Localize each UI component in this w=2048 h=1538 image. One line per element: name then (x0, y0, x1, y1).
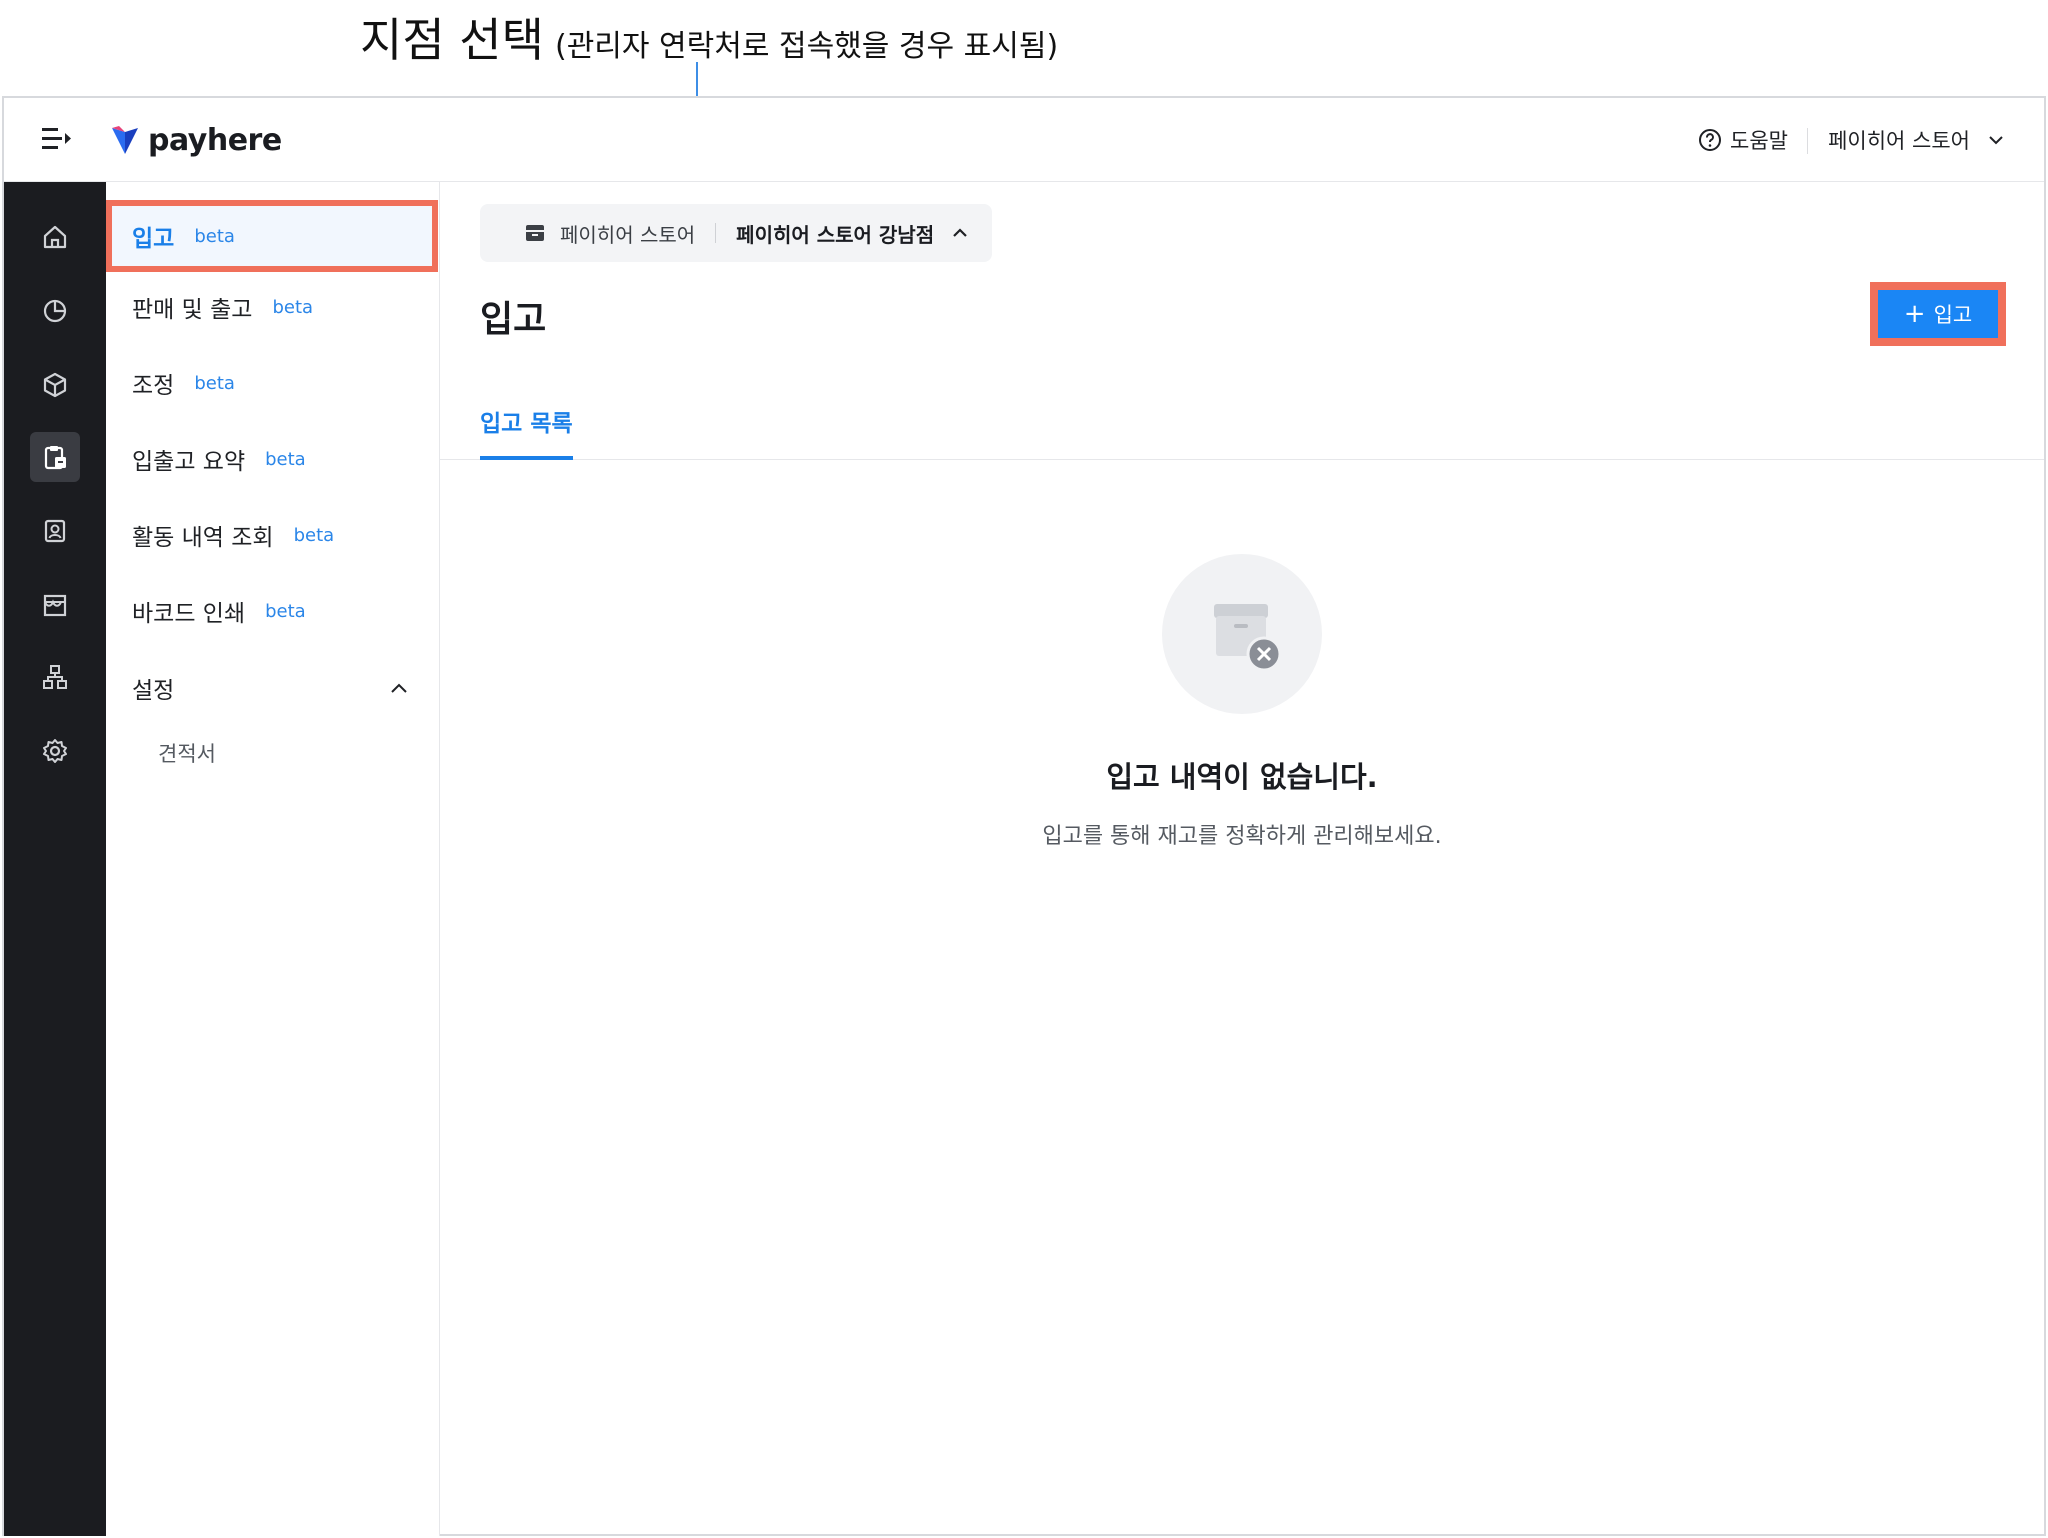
chevron-down-icon (1989, 136, 2003, 145)
subnav-item-label: 입고 (132, 226, 175, 252)
subnav-item-label: 바코드 인쇄 (132, 601, 246, 627)
add-inbound-button[interactable]: + 입고 (1878, 290, 1998, 338)
page-title: 입고 (480, 299, 547, 340)
empty-state: 입고 내역이 없습니다. 입고를 통해 재고를 정확하게 관리해보세요. (440, 554, 2044, 850)
tab-inbound-list[interactable]: 입고 목록 (480, 404, 573, 460)
subnav-item-summary[interactable]: 입출고 요약 beta (106, 424, 438, 494)
org-tree-icon[interactable] (30, 652, 80, 702)
contact-card-icon[interactable] (30, 506, 80, 556)
chevron-up-icon (953, 228, 967, 237)
question-circle-icon (1699, 129, 1722, 151)
account-dropdown[interactable]: 페이히어 스토어 (1828, 122, 2004, 158)
app-window: payhere 도움말 페이히어 스토어 입고 beta 판매 및 출고 bet… (2, 96, 2046, 1536)
subnav-item-label: 입출고 요약 (132, 449, 246, 475)
beta-badge: beta (194, 372, 235, 394)
account-label: 페이히어 스토어 (1828, 129, 1970, 153)
inventory-subnav: 입고 beta 판매 및 출고 beta 조정 beta 입출고 요약 beta… (106, 182, 440, 1536)
store-name: 페이히어 스토어 (560, 222, 696, 247)
top-bar: payhere 도움말 페이히어 스토어 (4, 98, 2044, 182)
empty-box-icon (1214, 604, 1282, 672)
box-icon[interactable] (30, 360, 80, 410)
empty-description: 입고를 통해 재고를 정확하게 관리해보세요. (1042, 824, 1442, 849)
store-icon (526, 225, 544, 241)
plus-icon: + (1903, 299, 1926, 329)
branch-selector[interactable]: 페이히어 스토어 페이히어 스토어 강남점 (480, 204, 993, 262)
icon-rail (4, 182, 106, 1536)
logo[interactable]: payhere (110, 120, 282, 160)
annotation-title: 지점 선택 (관리자 연락처로 접속했을 경우 표시됨) (360, 4, 1058, 70)
beta-badge: beta (265, 448, 306, 470)
subnav-item-barcode-print[interactable]: 바코드 인쇄 beta (106, 576, 438, 646)
subnav-sub-label: 견적서 (158, 742, 216, 766)
subnav-item-label: 조정 (132, 373, 175, 399)
subnav-item-label: 활동 내역 조회 (132, 525, 274, 551)
empty-title: 입고 내역이 없습니다. (1106, 760, 1378, 794)
beta-badge: beta (265, 600, 306, 622)
storefront-icon[interactable] (30, 580, 80, 630)
clipboard-icon[interactable] (30, 432, 80, 482)
tab-bar: 입고 목록 (440, 390, 2044, 460)
beta-badge: beta (272, 296, 314, 318)
annotation-main-text: 지점 선택 (360, 13, 544, 67)
subnav-item-activity-history[interactable]: 활동 내역 조회 beta (106, 500, 438, 570)
gear-icon[interactable] (30, 726, 80, 776)
beta-badge: beta (194, 225, 235, 247)
help-label: 도움말 (1730, 129, 1788, 153)
subnav-item-label: 판매 및 출고 (132, 297, 253, 323)
header-divider (1807, 128, 1808, 154)
chevron-up-icon (391, 683, 407, 693)
branch-divider (715, 223, 717, 243)
subnav-item-adjustment[interactable]: 조정 beta (106, 348, 438, 418)
chart-pie-icon[interactable] (30, 286, 80, 336)
home-icon[interactable] (30, 212, 80, 262)
annotation-sub-text: (관리자 연락처로 접속했을 경우 표시됨) (555, 29, 1059, 64)
payhere-logo-icon (112, 126, 138, 154)
menu-toggle-icon[interactable] (40, 124, 74, 154)
subnav-item-sales-outbound[interactable]: 판매 및 출고 beta (106, 272, 438, 342)
beta-badge: beta (293, 524, 335, 546)
add-button-label: 입고 (1933, 303, 1973, 327)
subnav-group-label: 설정 (132, 678, 175, 704)
subnav-group-settings[interactable]: 설정 (106, 658, 438, 718)
selected-branch: 페이히어 스토어 강남점 (736, 222, 935, 247)
help-link[interactable]: 도움말 (1698, 122, 1788, 158)
subnav-item-quotation[interactable]: 견적서 (106, 728, 438, 778)
empty-illustration (1162, 554, 1322, 714)
main-content: 페이히어 스토어 페이히어 스토어 강남점 입고 + 입고 입고 목록 입고 내… (440, 182, 2044, 1534)
add-button-highlight: + 입고 (1870, 282, 2006, 346)
subnav-item-inbound[interactable]: 입고 beta (106, 200, 438, 272)
logo-text: payhere (148, 122, 282, 158)
